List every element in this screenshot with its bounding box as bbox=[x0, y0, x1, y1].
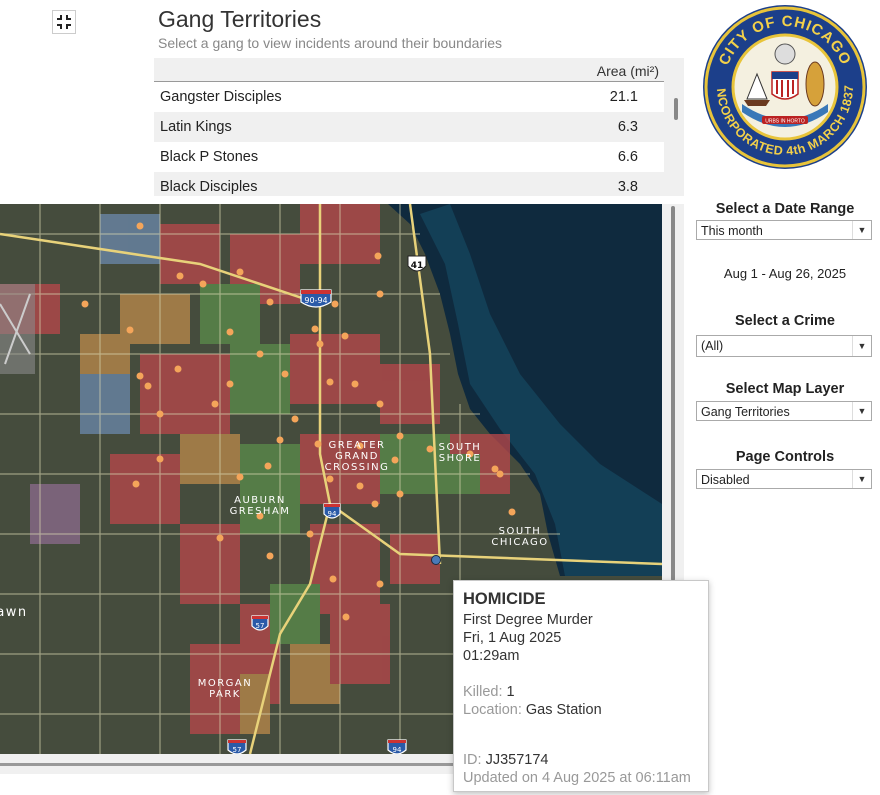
tooltip-id: ID: JJ357174 bbox=[463, 752, 549, 768]
tooltip-description: First Degree Murder bbox=[463, 612, 593, 628]
map-label-lawn: awn bbox=[0, 605, 28, 620]
table-row[interactable]: Black P Stones 6.6 bbox=[154, 142, 664, 172]
table-row[interactable]: Black Disciples 3.8 bbox=[154, 172, 664, 194]
tooltip-time: 01:29am bbox=[463, 648, 520, 664]
gang-area: 21.1 bbox=[609, 89, 638, 105]
gang-name: Black Disciples bbox=[160, 179, 258, 194]
gang-area: 6.6 bbox=[617, 149, 638, 165]
tooltip-updated: Updated on 4 Aug 2025 at 06:11am bbox=[463, 770, 691, 786]
interstate-shield-57-south: 57 bbox=[227, 739, 247, 754]
svg-text:41: 41 bbox=[411, 261, 424, 271]
date-range-select[interactable]: This month ▼ bbox=[696, 220, 872, 240]
city-of-chicago-seal: CITY OF CHICAGO INCORPORATED 4th MARCH 1… bbox=[702, 4, 867, 169]
page-controls-value: Disabled bbox=[701, 473, 750, 487]
map-scrollbar[interactable] bbox=[671, 206, 675, 581]
gang-name: Latin Kings bbox=[160, 119, 232, 135]
date-range-text: Aug 1 - Aug 26, 2025 bbox=[723, 266, 847, 281]
table-row[interactable]: Gangster Disciples 21.1 bbox=[154, 82, 664, 112]
tooltip-date: Fri, 1 Aug 2025 bbox=[463, 630, 562, 646]
date-range-label: Select a Date Range bbox=[715, 201, 855, 217]
gang-name: Black P Stones bbox=[160, 149, 259, 165]
interstate-shield-90-94: 90-94 bbox=[300, 289, 332, 308]
svg-text:94: 94 bbox=[328, 510, 337, 518]
selected-incident-marker[interactable] bbox=[431, 555, 441, 565]
fullscreen-toggle-button[interactable] bbox=[52, 10, 76, 34]
interstate-shield-94-south: 94 bbox=[387, 739, 407, 754]
area-column-header: Area (mi²) bbox=[596, 63, 659, 79]
gang-table: Area (mi²) Gangster Disciples 21.1 Latin… bbox=[154, 58, 684, 196]
table-scrollbar[interactable] bbox=[674, 98, 678, 120]
map-layer-select[interactable]: Gang Territories ▼ bbox=[696, 401, 872, 421]
interstate-shield-94: 94 bbox=[323, 503, 341, 519]
svg-text:94: 94 bbox=[393, 746, 402, 754]
crime-label: Select a Crime bbox=[735, 313, 835, 329]
map-layer-label: Select Map Layer bbox=[725, 381, 845, 397]
page-subtitle: Select a gang to view incidents around t… bbox=[158, 35, 502, 51]
map-label-south-shore: SOUTH SHORE bbox=[439, 442, 482, 464]
us-route-shield-41: 41 bbox=[407, 255, 427, 272]
svg-text:90-94: 90-94 bbox=[304, 296, 327, 305]
crime-value: (All) bbox=[701, 339, 724, 353]
date-range-value: This month bbox=[701, 224, 763, 238]
svg-text:URBS IN HORTO: URBS IN HORTO bbox=[765, 119, 805, 125]
incident-tooltip: HOMICIDE First Degree Murder Fri, 1 Aug … bbox=[453, 580, 709, 792]
gang-area: 6.3 bbox=[617, 119, 638, 135]
map-label-auburn-gresham: AUBURN GRESHAM bbox=[230, 495, 291, 517]
gang-table-rows: Gangster Disciples 21.1 Latin Kings 6.3 … bbox=[154, 82, 664, 194]
tooltip-title: HOMICIDE bbox=[463, 590, 546, 608]
map-label-south-chicago: SOUTH CHICAGO bbox=[491, 526, 548, 548]
crime-select[interactable]: (All) ▼ bbox=[696, 335, 872, 357]
svg-text:57: 57 bbox=[233, 746, 242, 754]
map-layer-value: Gang Territories bbox=[701, 405, 790, 419]
page-controls-label: Page Controls bbox=[735, 449, 835, 465]
gang-name: Gangster Disciples bbox=[160, 89, 282, 105]
page-title: Gang Territories bbox=[158, 6, 322, 32]
table-row[interactable]: Latin Kings 6.3 bbox=[154, 112, 664, 142]
tooltip-killed: Killed: 1 bbox=[463, 684, 515, 700]
gang-area: 3.8 bbox=[617, 179, 638, 194]
chevron-down-icon: ▼ bbox=[852, 336, 871, 356]
page-controls-select[interactable]: Disabled ▼ bbox=[696, 469, 872, 489]
svg-text:57: 57 bbox=[256, 622, 265, 630]
chevron-down-icon: ▼ bbox=[852, 470, 871, 488]
interstate-shield-57: 57 bbox=[251, 615, 269, 631]
tooltip-location: Location: Gas Station bbox=[463, 702, 602, 718]
map-horizontal-scrollbar[interactable] bbox=[0, 763, 455, 766]
chevron-down-icon: ▼ bbox=[852, 221, 871, 239]
chevron-down-icon: ▼ bbox=[852, 402, 871, 420]
collapse-icon bbox=[57, 15, 71, 29]
